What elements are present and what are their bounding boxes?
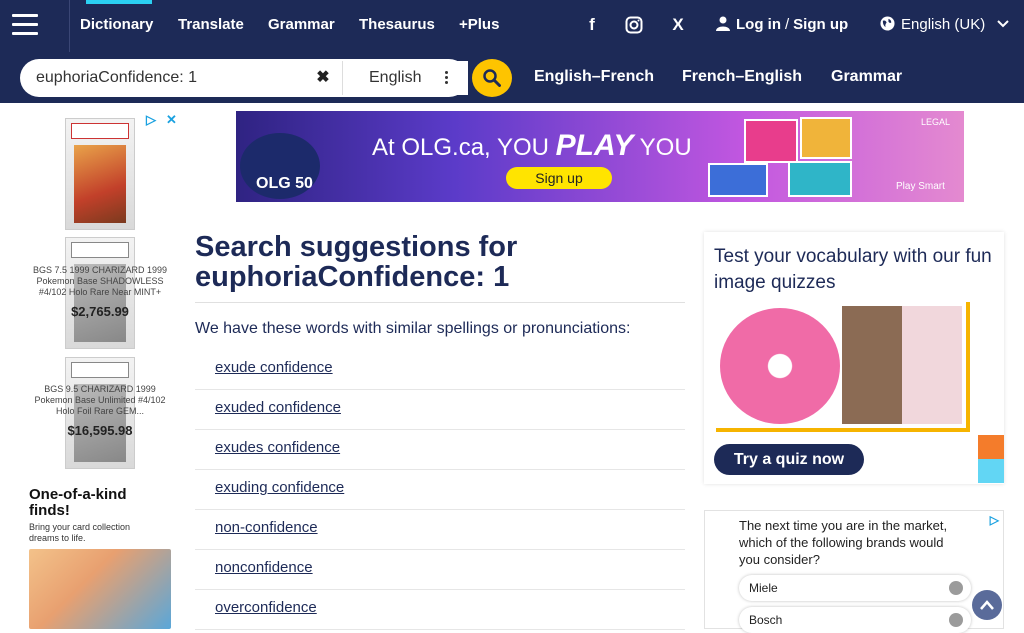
side-feedback-tab[interactable] [978, 459, 1004, 483]
suggestion-link[interactable]: exude confidence [215, 359, 333, 376]
quiz-promo-card: Test your vocabulary with our fun image … [704, 232, 1004, 484]
top-banner-ad[interactable]: OLG 50 At OLG.ca, YOU PLAY YOU Sign up L… [236, 111, 964, 202]
scroll-to-top-button[interactable] [972, 590, 1002, 620]
user-icon [716, 16, 730, 31]
more-options-icon [445, 71, 448, 85]
search-input[interactable] [36, 68, 321, 88]
nav-divider [69, 0, 70, 52]
radio-icon [949, 613, 963, 627]
language-label: English (UK) [901, 16, 986, 33]
search-button[interactable] [472, 59, 512, 97]
nav-translate[interactable]: Translate [178, 16, 244, 33]
hamburger-icon[interactable] [12, 14, 38, 36]
suggestion-link[interactable]: exuded confidence [215, 399, 341, 416]
search-icon [483, 69, 501, 87]
adchoices-icon[interactable]: ▷ [146, 112, 156, 128]
poll-option[interactable]: Bosch [739, 607, 971, 633]
active-tab-indicator [86, 0, 152, 4]
suggestion-link[interactable]: non-confidence [215, 519, 318, 536]
left-sidebar-ad[interactable]: ▷ ✕ BGS 7.5 1999 CHARIZARD 1999 Pokemon … [18, 112, 182, 629]
dictionary-select-label: English [369, 69, 422, 86]
ad-product-caption: BGS 9.5 CHARIZARD 1999 Pokemon Base Unli… [34, 384, 166, 416]
banner-headline: At OLG.ca, YOU PLAY YOU [372, 129, 692, 162]
nav-grammar[interactable]: Grammar [268, 16, 335, 33]
language-selector[interactable]: English (UK) [880, 16, 1010, 33]
ad-product-price: $2,765.99 [71, 304, 129, 319]
suggestion-link[interactable]: overconfidence [215, 599, 317, 616]
globe-icon [880, 16, 895, 31]
facebook-icon[interactable]: f [574, 14, 610, 36]
nav-plus[interactable]: +Plus [459, 16, 499, 33]
quiz-image[interactable] [716, 302, 970, 432]
divider [195, 302, 685, 303]
close-ad-icon[interactable]: ✕ [166, 112, 177, 128]
suggestion-link[interactable]: exuding confidence [215, 479, 344, 496]
search-bar: ✖ English English–French French–English … [0, 52, 1024, 103]
ad-product-caption: BGS 7.5 1999 CHARIZARD 1999 Pokemon Base… [32, 265, 168, 297]
radio-icon [949, 581, 963, 595]
signup-link[interactable]: Sign up [793, 16, 848, 33]
nav-dictionary[interactable]: Dictionary [80, 16, 153, 33]
banner-tagline: Play Smart [896, 181, 945, 192]
banner-signup-button[interactable]: Sign up [506, 167, 612, 189]
ad-subtext: Bring your card collection dreams to lif… [29, 522, 131, 543]
poll-ad: ▷ The next time you are in the market, w… [704, 510, 1004, 633]
search-container: ✖ English [20, 59, 468, 97]
poll-question: The next time you are in the market, whi… [739, 518, 948, 567]
suggestions-note: We have these words with similar spellin… [195, 320, 631, 337]
donut-image [720, 308, 840, 424]
nav-thesaurus[interactable]: Thesaurus [359, 16, 435, 33]
login-link[interactable]: Log in [736, 16, 781, 33]
page-title: Search suggestions for euphoriaConfidenc… [195, 232, 685, 292]
search-term: euphoriaConfidence: 1 [195, 261, 510, 293]
top-navbar: Dictionary Translate Grammar Thesaurus +… [0, 0, 1024, 52]
banner-legal: LEGAL [920, 117, 950, 127]
banner-game-tiles [704, 115, 884, 199]
ad-photo [29, 549, 171, 629]
tab-grammar[interactable]: Grammar [831, 68, 902, 86]
quiz-title: Test your vocabulary with our fun image … [714, 246, 992, 293]
clear-search-icon[interactable]: ✖ [314, 68, 332, 88]
tab-english-french[interactable]: English–French [534, 68, 654, 86]
auth-divider: / [785, 16, 790, 33]
auth-links: Log in / Sign up [716, 16, 848, 33]
dictionary-select[interactable]: English [342, 61, 468, 95]
poll-option[interactable]: Miele [739, 575, 971, 601]
side-feedback-tab[interactable] [978, 435, 1004, 459]
suggestion-link[interactable]: exudes confidence [215, 439, 340, 456]
product-image [65, 118, 135, 230]
milkshake-image [842, 306, 962, 424]
x-twitter-icon[interactable]: X [660, 14, 696, 36]
banner-logo-text: OLG 50 [256, 175, 313, 192]
chevron-down-icon [997, 20, 1010, 28]
adchoices-icon[interactable]: ▷ [990, 513, 999, 527]
page-title-prefix: Search suggestions for [195, 231, 518, 263]
tab-french-english[interactable]: French–English [682, 68, 802, 86]
ad-headline: One-of-a-kind finds! [29, 486, 127, 519]
ad-product-price: $16,595.98 [67, 423, 133, 438]
suggestion-link[interactable]: nonconfidence [215, 559, 313, 576]
try-quiz-button[interactable]: Try a quiz now [714, 444, 864, 475]
chevron-up-icon [980, 600, 994, 610]
instagram-icon[interactable] [616, 14, 652, 36]
